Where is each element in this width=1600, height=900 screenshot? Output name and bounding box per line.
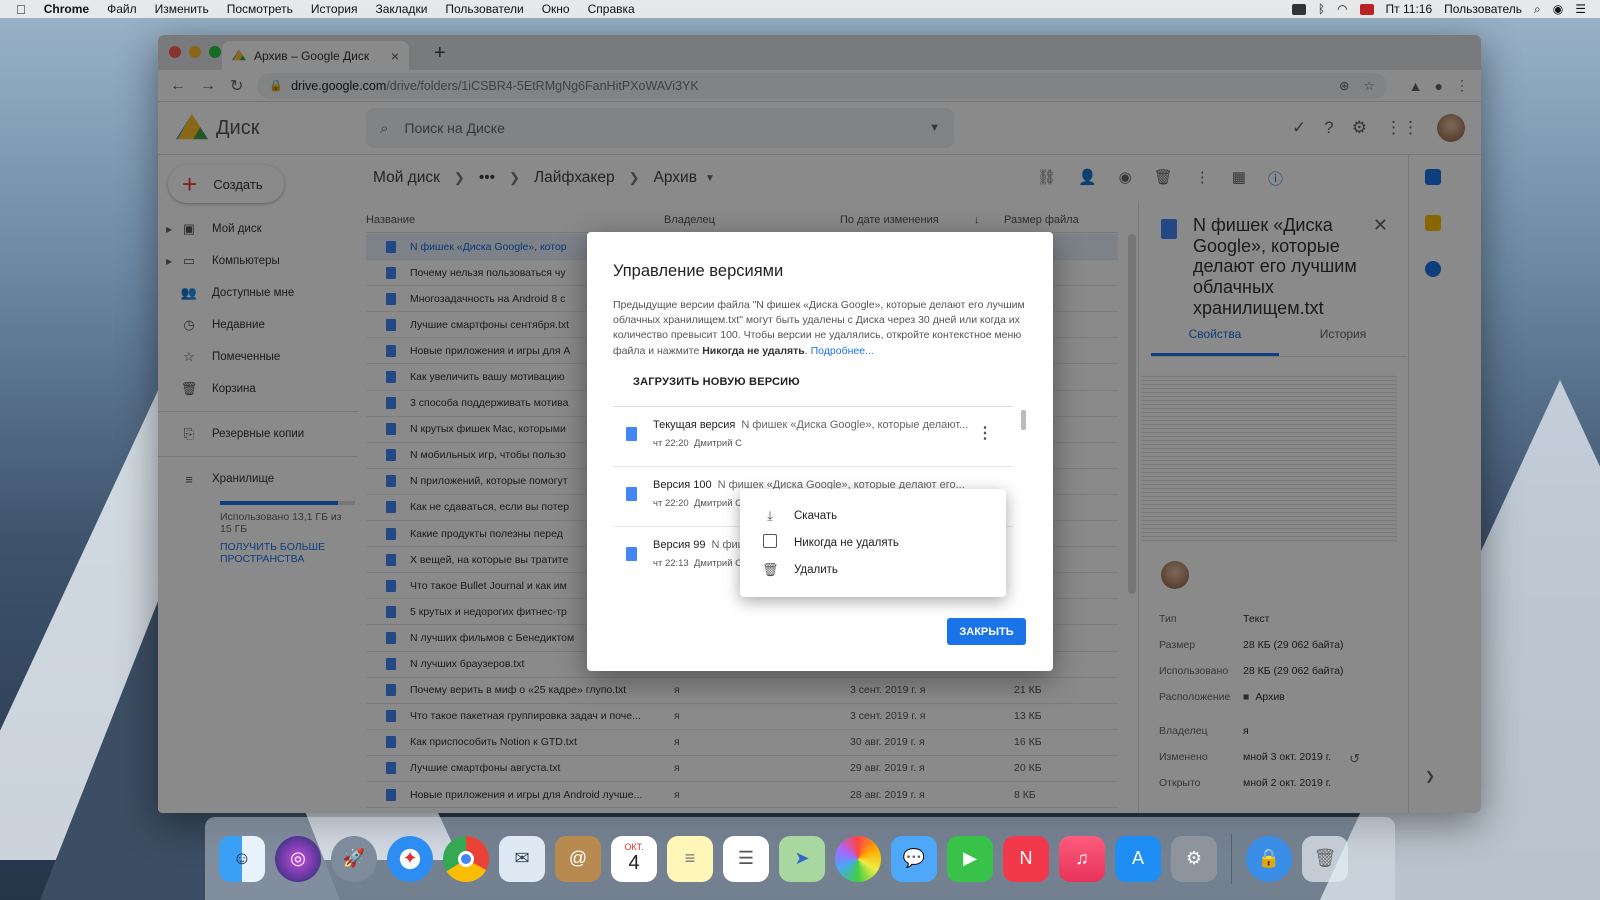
chrome-window: Архив – Google Диск × + ← → ↻ 🔒 drive.go… [158,35,1481,813]
menu-file[interactable]: Файл [107,2,137,16]
macos-menubar:  Chrome Файл Изменить Посмотреть Истори… [0,0,1600,18]
notes-icon[interactable]: ≡ [667,835,713,882]
menu-people[interactable]: Пользователи [445,2,523,16]
maps-icon[interactable]: ➤ [779,835,825,882]
version-management-dialog: Управление версиями Предыдущие версии фа… [587,232,1053,671]
cloud-icon[interactable] [1291,3,1306,15]
version-author: Дмитрий С [694,558,743,569]
more-options-icon[interactable]: ⋮ [977,423,993,443]
macos-dock: ☺ ◎ 🚀 ✦ ✉ @ ОКТ. 4 ≡ ☰ ➤ 💬 ▶ N ♫ A ⚙ 🔒 🗑 [205,817,1395,900]
version-file-name: N фишек «Диска Google», которые делают..… [741,419,969,431]
menu-item-label: Никогда не удалять [794,536,899,549]
doc-file-icon [626,427,637,441]
bluetooth-icon[interactable]: ᛒ [1318,2,1325,16]
dock-separator [1231,833,1232,884]
wifi-icon[interactable]: ◠ [1337,2,1347,16]
clock-text[interactable]: Пт 11:16 [1386,2,1433,16]
news-icon[interactable]: N [1003,835,1049,882]
trash-icon[interactable]: 🗑 [1302,835,1348,882]
spotlight-icon[interactable]: ⌕ [1534,2,1541,17]
contacts-icon[interactable]: @ [555,835,601,882]
version-context-menu: ⤓ Скачать Никогда не удалять 🗑 Удалить [740,489,1006,597]
doc-file-icon [626,487,637,501]
vpn-icon[interactable]: 🔒 [1246,835,1292,882]
menu-view[interactable]: Посмотреть [227,2,293,16]
dialog-description: Предыдущие версии файла "N фишек «Диска … [613,299,1025,357]
menu-bookmarks[interactable]: Закладки [375,2,427,16]
calendar-icon[interactable]: ОКТ. 4 [611,835,657,882]
version-time: чт 22:20 [653,498,689,509]
learn-more-link[interactable]: Подробнее... [811,345,874,357]
chrome-icon[interactable] [443,835,489,882]
messages-icon[interactable]: 💬 [891,835,937,882]
version-label: Текущая версия [653,419,736,431]
version-time: чт 22:13 [653,558,689,569]
trash-icon: 🗑 [762,561,779,577]
menu-item-delete[interactable]: 🗑 Удалить [740,556,1006,583]
version-list-scrollbar[interactable] [1021,410,1026,430]
menu-item-download[interactable]: ⤓ Скачать [740,502,1006,529]
photos-icon[interactable] [835,835,881,882]
menu-item-label: Удалить [794,563,838,576]
user-menu[interactable]: Пользователь [1444,2,1522,16]
flag-icon[interactable] [1359,3,1374,15]
mail-icon[interactable]: ✉ [499,835,545,882]
dialog-title: Управление версиями [613,262,784,280]
version-item[interactable]: Текущая версия N фишек «Диска Google», ко… [613,407,1013,467]
menu-item-keep-forever[interactable]: Никогда не удалять [740,529,1006,556]
menu-app-name[interactable]: Chrome [44,2,89,16]
checkbox-icon[interactable] [762,534,778,551]
upload-new-version-button[interactable]: ЗАГРУЗИТЬ НОВУЮ ВЕРСИЮ [633,376,800,388]
version-time: чт 22:20 [653,438,689,449]
reminders-icon[interactable]: ☰ [723,835,769,882]
notification-center-icon[interactable]: ☰ [1575,2,1586,16]
close-dialog-button[interactable]: ЗАКРЫТЬ [947,618,1026,645]
dialog-text-bold: Никогда не удалять [702,344,805,357]
finder-icon[interactable]: ☺ [219,835,265,882]
facetime-icon[interactable]: ▶ [947,835,993,882]
version-author: Дмитрий С [694,438,743,449]
apple-menu-icon[interactable]:  [16,2,26,17]
menu-edit[interactable]: Изменить [155,2,209,16]
doc-file-icon [626,547,637,561]
menu-help[interactable]: Справка [588,2,635,16]
download-icon: ⤓ [767,507,773,523]
safari-icon[interactable]: ✦ [387,835,433,882]
calendar-day: 4 [628,852,640,874]
calendar-month: ОКТ. [624,842,644,852]
version-label: Версия 100 [653,479,712,491]
appstore-icon[interactable]: A [1115,835,1161,882]
preferences-icon[interactable]: ⚙ [1171,835,1217,882]
siri-icon[interactable]: ◎ [275,835,321,882]
launchpad-icon[interactable]: 🚀 [331,835,377,882]
version-label: Версия 99 [653,539,706,551]
menu-history[interactable]: История [311,2,358,16]
music-icon[interactable]: ♫ [1059,835,1105,882]
version-author: Дмитрий С [694,498,743,509]
menu-window[interactable]: Окно [542,2,570,16]
menu-item-label: Скачать [794,509,838,522]
siri-menu-icon[interactable]: ◉ [1553,2,1563,16]
